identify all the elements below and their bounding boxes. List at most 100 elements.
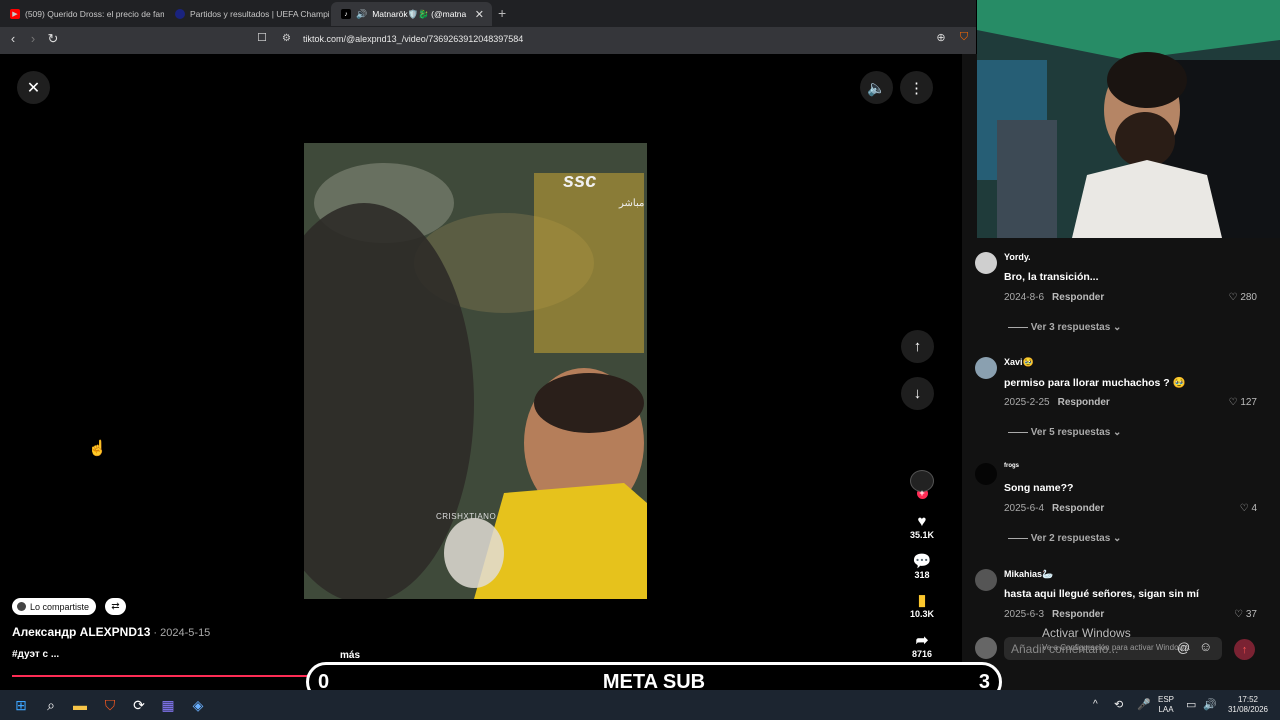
grid-app-icon[interactable]: ▦ bbox=[158, 695, 178, 715]
reply-button[interactable]: Responder bbox=[1052, 292, 1104, 303]
emoji-icon[interactable]: ☺ bbox=[1199, 639, 1212, 654]
arrow-up-icon: ↑ bbox=[913, 338, 922, 355]
bookmark-icon[interactable]: ☐ bbox=[253, 31, 271, 44]
more-vertical-icon: ⋮ bbox=[909, 79, 924, 97]
network-icon[interactable]: ▭ bbox=[1186, 698, 1196, 711]
clock-date: 31/08/2026 bbox=[1227, 705, 1269, 714]
comment-user[interactable]: Mikahias🦢 bbox=[1004, 569, 1053, 580]
close-tab-icon[interactable]: ✕ bbox=[475, 8, 484, 21]
previous-video-button[interactable]: ↑ bbox=[901, 330, 934, 363]
brave-browser-icon[interactable]: ⛉ bbox=[100, 695, 120, 715]
tab-tiktok[interactable]: ♪ 🔊 Matnarök🛡️🐉 (@matna ✕ bbox=[331, 2, 492, 26]
comment-button[interactable]: 💬 318 bbox=[900, 552, 944, 580]
view-replies-button[interactable]: —— Ver 3 respuestas ⌄ bbox=[1008, 322, 1121, 333]
language-indicator[interactable]: ESP LAA bbox=[1158, 695, 1174, 715]
comment-like-button[interactable]: ♡ 4 bbox=[1240, 503, 1257, 514]
new-tab-button[interactable]: + bbox=[498, 5, 506, 21]
comment-meta: 2024-8-6 Responder bbox=[1004, 292, 1104, 303]
share-button[interactable]: ➦ 8716 bbox=[900, 631, 944, 659]
user-avatar bbox=[975, 637, 997, 659]
save-button[interactable]: ▮ 10.3K bbox=[900, 591, 944, 619]
arrow-up-icon: ↑ bbox=[1241, 643, 1248, 656]
view-replies-button[interactable]: —— Ver 5 respuestas ⌄ bbox=[1008, 427, 1121, 438]
tab-label: Partidos y resultados | UEFA Champi bbox=[190, 9, 329, 19]
comment-date: 2025-6-4 bbox=[1004, 503, 1045, 514]
avatar[interactable] bbox=[975, 569, 997, 591]
reload-button[interactable]: ↻ bbox=[44, 31, 62, 47]
share-count: 8716 bbox=[911, 649, 933, 659]
author-avatar[interactable]: + bbox=[900, 470, 944, 499]
comment-count: 318 bbox=[914, 570, 930, 580]
comment-user[interactable]: Yordy. bbox=[1004, 252, 1031, 262]
comment-meta: 2025-6-3 Responder bbox=[1004, 609, 1104, 620]
arrow-down-icon: ↓ bbox=[913, 385, 922, 402]
volume-icon[interactable]: 🔊 bbox=[1203, 698, 1217, 711]
comment-text: Bro, la transición... bbox=[1004, 271, 1099, 283]
tab-uefa[interactable]: Partidos y resultados | UEFA Champi bbox=[165, 2, 329, 26]
speaker-icon: 🔊 bbox=[356, 8, 368, 19]
avatar[interactable] bbox=[975, 463, 997, 485]
shared-badge[interactable]: Lo compartiste bbox=[12, 598, 97, 615]
like-button[interactable]: ♥ 35.1K bbox=[900, 513, 944, 540]
clock[interactable]: 17:52 31/08/2026 bbox=[1224, 695, 1272, 715]
streaming-app-icon[interactable]: ◈ bbox=[188, 695, 208, 715]
comment-text: Song name?? bbox=[1004, 482, 1074, 494]
close-button[interactable]: ✕ bbox=[17, 71, 50, 104]
file-explorer-icon[interactable]: ▬ bbox=[70, 695, 90, 715]
url-bar[interactable]: ⚙ tiktok.com/@alexpnd13_/video/736926391… bbox=[276, 30, 944, 51]
url-text: tiktok.com/@alexpnd13_/video/73692639120… bbox=[303, 34, 524, 44]
comment-date: 2025-2-25 bbox=[1004, 397, 1050, 408]
repost-button[interactable]: ⇄ bbox=[105, 598, 126, 615]
comment-date: 2024-8-6 bbox=[1004, 292, 1045, 303]
reply-button[interactable]: Responder bbox=[1052, 503, 1104, 514]
comment-like-button[interactable]: ♡ 37 bbox=[1234, 609, 1257, 620]
comment-user[interactable]: Xavi🥹 bbox=[1004, 357, 1034, 368]
windows-start-icon[interactable]: ⊞ bbox=[11, 695, 31, 715]
more-link[interactable]: más bbox=[340, 650, 360, 661]
comment-date: 2025-6-3 bbox=[1004, 609, 1045, 620]
app-icon[interactable]: ⟳ bbox=[129, 695, 149, 715]
comment-text: permiso para llorar muchachos ? 🥹 bbox=[1004, 377, 1186, 389]
uefa-icon bbox=[175, 9, 185, 19]
post-author[interactable]: Александр ALEXPND13 · 2024-5-15 bbox=[12, 625, 210, 639]
next-video-button[interactable]: ↓ bbox=[901, 377, 934, 410]
lang-top: ESP bbox=[1158, 695, 1175, 704]
comment-likes: 280 bbox=[1240, 292, 1257, 303]
site-info-icon[interactable]: ⚙ bbox=[282, 33, 291, 44]
zoom-icon[interactable]: ⊕ bbox=[932, 31, 950, 44]
microphone-icon[interactable]: 🎤 bbox=[1137, 698, 1151, 711]
reply-button[interactable]: Responder bbox=[1058, 397, 1110, 408]
post-date: · 2024-5-15 bbox=[150, 627, 211, 639]
forward-button[interactable]: › bbox=[24, 31, 42, 46]
avatar[interactable] bbox=[975, 252, 997, 274]
send-comment-button[interactable]: ↑ bbox=[1234, 639, 1255, 660]
comment-icon: 💬 bbox=[912, 553, 932, 570]
comment-user[interactable]: frogs bbox=[1004, 463, 1019, 469]
sync-icon[interactable]: ⟲ bbox=[1114, 698, 1123, 711]
volume-icon: 🔈 bbox=[867, 79, 886, 97]
back-button[interactable]: ‹ bbox=[4, 31, 22, 46]
avatar bbox=[17, 602, 26, 611]
view-replies-button[interactable]: —— Ver 2 respuestas ⌄ bbox=[1008, 533, 1121, 544]
volume-button[interactable]: 🔈 bbox=[860, 71, 893, 104]
windows-activation-subtitle: Ve a Configuración para activar Windows. bbox=[1042, 643, 1191, 652]
author-name: Александр ALEXPND13 bbox=[12, 625, 151, 639]
comment-like-button[interactable]: ♡ 127 bbox=[1229, 397, 1257, 408]
brave-shield-icon[interactable]: ⛉ bbox=[955, 31, 973, 44]
close-icon: ✕ bbox=[26, 79, 41, 97]
repost-icon: ⇄ bbox=[111, 601, 120, 612]
avatar[interactable] bbox=[975, 357, 997, 379]
like-count: 35.1K bbox=[909, 530, 935, 540]
search-icon[interactable]: ⌕ bbox=[41, 695, 61, 715]
webcam-overlay bbox=[977, 0, 1280, 238]
video-player[interactable]: ssc مباشر CRISHXTIANO bbox=[304, 143, 647, 599]
comment-like-button[interactable]: ♡ 280 bbox=[1229, 292, 1257, 303]
clock-time: 17:52 bbox=[1237, 695, 1259, 704]
more-options-button[interactable]: ⋮ bbox=[900, 71, 933, 104]
reply-button[interactable]: Responder bbox=[1052, 609, 1104, 620]
address-bar-row: ‹ › ↻ ☐ ⚙ tiktok.com/@alexpnd13_/video/7… bbox=[0, 27, 976, 54]
chevron-up-icon[interactable]: ^ bbox=[1093, 699, 1098, 710]
tab-youtube[interactable]: ▶ (509) Querido Dross: el precio de fam bbox=[0, 2, 164, 26]
bookmark-icon: ▮ bbox=[917, 592, 927, 609]
view-replies-label: Ver 5 respuestas bbox=[1030, 427, 1111, 438]
